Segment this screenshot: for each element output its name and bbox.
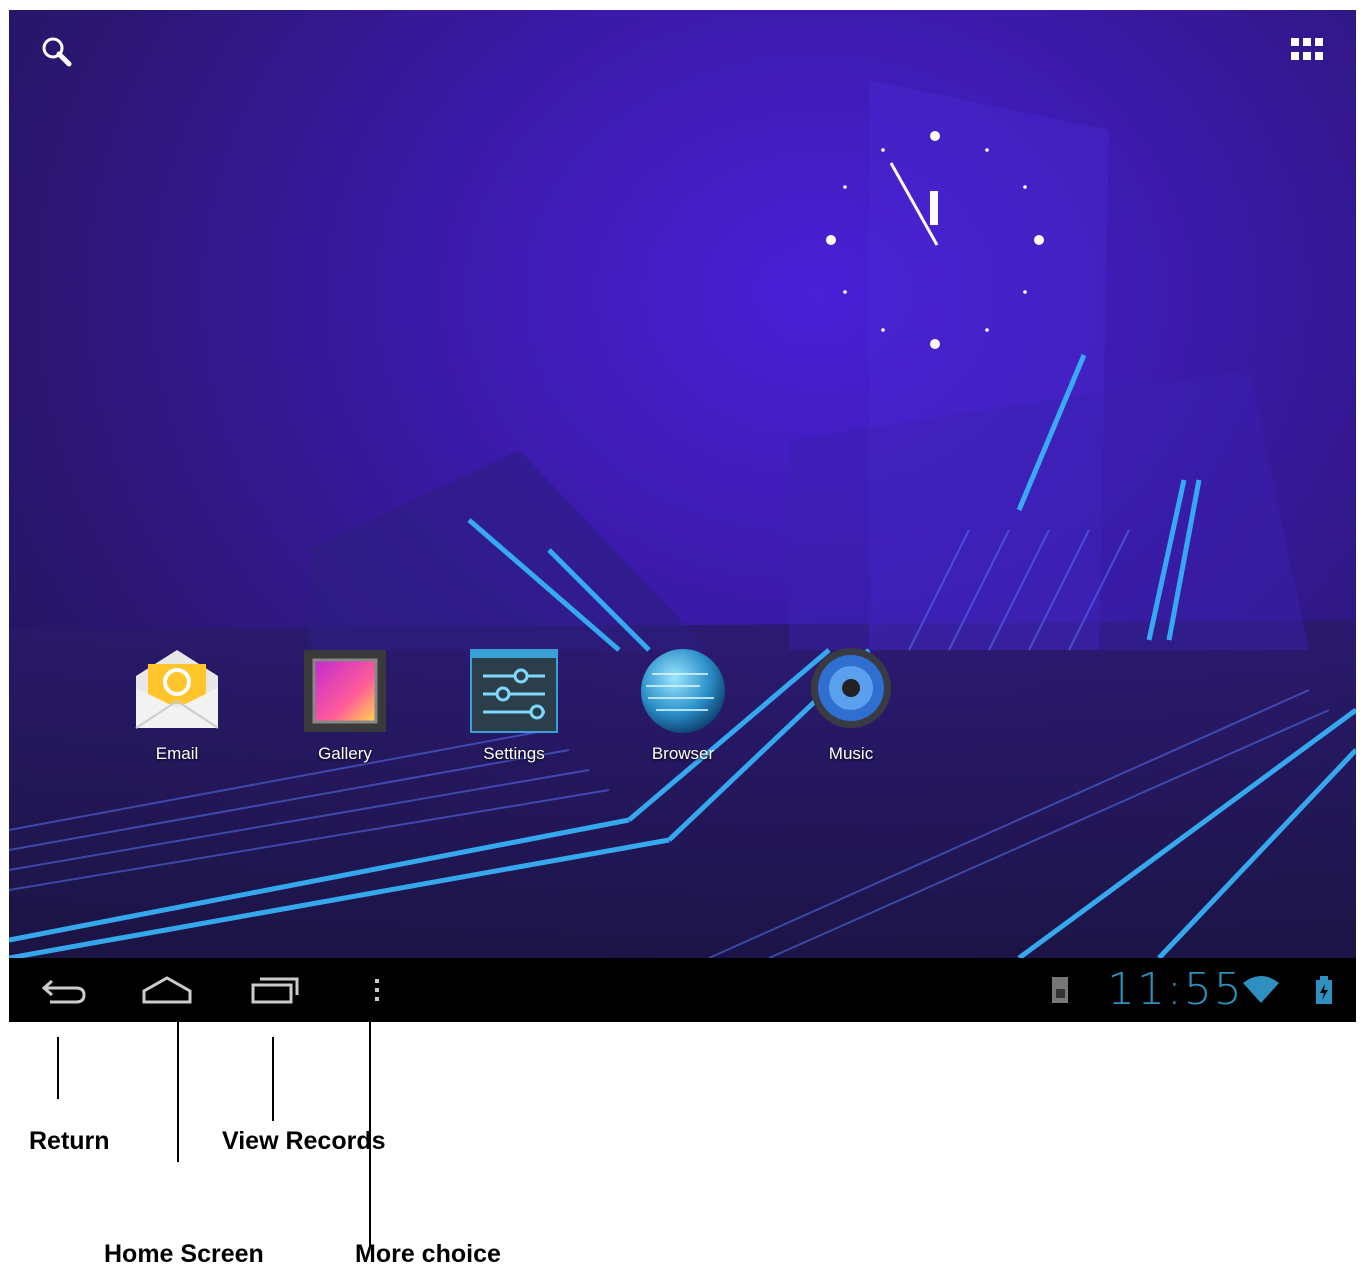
battery-charging-icon [1309, 970, 1339, 1010]
home-icon[interactable] [139, 970, 195, 1010]
analog-clock-widget[interactable] [819, 125, 1059, 365]
callout-home-screen: Home Screen [104, 1240, 264, 1268]
wifi-icon [1239, 970, 1283, 1010]
callout-return: Return [29, 1127, 110, 1155]
app-settings[interactable]: Settings [454, 646, 574, 764]
search-icon[interactable] [39, 34, 75, 70]
callout-more-choice: More choice [355, 1240, 501, 1268]
app-label: Email [155, 744, 199, 763]
callout-line-return [57, 1037, 59, 1099]
app-label: Music [828, 744, 874, 763]
app-label: Gallery [318, 744, 372, 763]
back-icon[interactable] [37, 970, 93, 1010]
navigation-bar: 11:55 [9, 958, 1356, 1022]
app-browser[interactable]: Browser [623, 646, 743, 764]
app-label: Settings [483, 744, 545, 763]
tablet-screen: Email Gallery Settings Browser Music 11:… [9, 10, 1356, 1022]
gallery-icon [300, 646, 390, 736]
menu-dots-icon[interactable] [365, 970, 389, 1010]
app-music[interactable]: Music [791, 646, 911, 764]
email-icon [132, 646, 222, 736]
wallpaper-graphic [9, 80, 1356, 958]
app-email[interactable]: Email [117, 646, 237, 764]
recent-apps-icon[interactable] [247, 970, 303, 1010]
sd-card-icon [1045, 970, 1075, 1010]
music-icon [806, 646, 896, 736]
app-gallery[interactable]: Gallery [285, 646, 405, 764]
apps-grid-icon[interactable] [1289, 36, 1327, 66]
callout-line-home-screen [177, 1020, 179, 1162]
callout-line-view-records [272, 1037, 274, 1121]
callout-view-records: View Records [222, 1127, 386, 1155]
settings-icon [469, 646, 559, 736]
app-label: Browser [651, 744, 715, 763]
browser-icon [638, 646, 728, 736]
wallpaper: Email Gallery Settings Browser Music [9, 10, 1356, 958]
clock-time: 11:55 [1107, 964, 1244, 1015]
